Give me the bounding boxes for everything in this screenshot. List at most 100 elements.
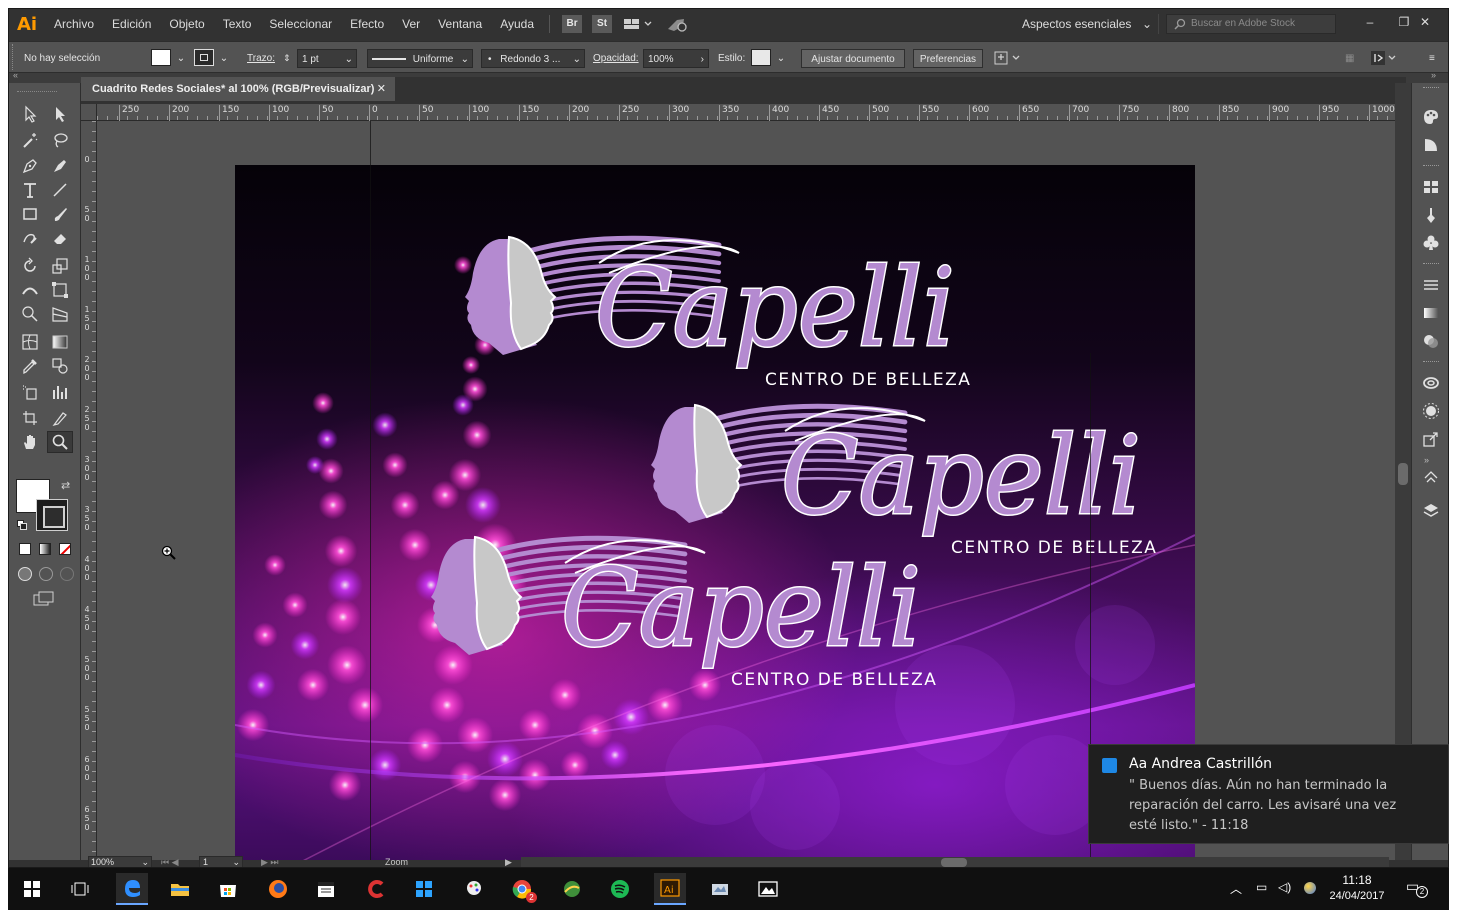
default-colors-icon[interactable]: [17, 520, 27, 530]
minimize-button[interactable]: –: [1353, 11, 1387, 33]
screen-mode-button[interactable]: [33, 591, 55, 607]
chevron-up-icon[interactable]: ︿: [1230, 880, 1242, 897]
shaper-tool[interactable]: [17, 227, 43, 249]
slice-tool[interactable]: [47, 407, 73, 429]
panel-menu-button[interactable]: [1369, 49, 1403, 68]
gradient-panel-button[interactable]: [1421, 303, 1441, 323]
color-mode-button[interactable]: [19, 543, 31, 555]
grid-toggle-button[interactable]: ▦: [1345, 49, 1359, 68]
firefox-app[interactable]: [262, 873, 294, 905]
rotate-tool[interactable]: [17, 255, 43, 277]
dock-grip[interactable]: [1423, 263, 1439, 266]
color-panel-button[interactable]: [1421, 107, 1441, 127]
graphic-style-control[interactable]: ⌄: [751, 49, 787, 68]
current-tool-status[interactable]: Zoom: [385, 857, 408, 867]
scale-tool[interactable]: [47, 255, 73, 277]
document-tab[interactable]: Cuadrito Redes Sociales* al 100% (RGB/Pr…: [81, 77, 395, 101]
layers-panel-button[interactable]: [1421, 501, 1441, 521]
network-icon[interactable]: ▭: [1256, 880, 1267, 894]
stroke-color-swatch[interactable]: [36, 499, 68, 531]
horizontal-scroll-thumb[interactable]: [941, 858, 967, 867]
type-tool[interactable]: [17, 179, 43, 201]
notification-toast[interactable]: Aa Andrea Castrillón " Buenos días. Aún …: [1088, 744, 1449, 844]
start-button[interactable]: [16, 873, 48, 905]
ccleaner-app[interactable]: [360, 873, 392, 905]
menu-texto[interactable]: Texto: [214, 9, 261, 39]
cc-libraries-panel-button[interactable]: [1421, 373, 1441, 393]
stroke-profile-select[interactable]: Uniforme ⌄: [367, 49, 473, 68]
tools-grip[interactable]: [17, 91, 57, 94]
artboard-number-input[interactable]: 1 ⌄: [199, 856, 243, 867]
fit-document-button[interactable]: Ajustar documento: [801, 49, 905, 68]
opacity-input[interactable]: 100% ›: [643, 49, 709, 68]
curvature-tool[interactable]: [47, 155, 73, 177]
brush-definition-select[interactable]: • Redondo 3 ... ⌄: [481, 49, 585, 68]
paintbrush-tool[interactable]: [47, 203, 73, 225]
clock[interactable]: 11:18 24/04/2017: [1318, 872, 1396, 906]
opacity-label[interactable]: Opacidad:: [593, 49, 639, 68]
gradient-tool[interactable]: [47, 331, 73, 353]
zoom-tool[interactable]: [47, 431, 73, 453]
illustrator-app[interactable]: Ai: [654, 873, 686, 905]
stroke-panel-button[interactable]: [1421, 275, 1441, 295]
rectangle-tool[interactable]: [17, 203, 43, 225]
preferences-button[interactable]: Preferencias: [913, 49, 983, 68]
stroke-stepper[interactable]: ⇕: [283, 49, 295, 68]
panel-grip[interactable]: [12, 44, 14, 70]
menu-ayuda[interactable]: Ayuda: [491, 9, 543, 39]
weather-icon[interactable]: [1304, 882, 1316, 894]
eraser-tool[interactable]: [47, 227, 73, 249]
photos-app[interactable]: [752, 873, 784, 905]
horizontal-scrollbar[interactable]: [521, 857, 1389, 867]
vertical-ruler[interactable]: 0 5 0 1 0 0 1 5 0 2 0 0 2 5 0 3 0 0 3 5 0 4 0 0 4…: [81, 121, 97, 860]
edge-app[interactable]: [116, 873, 148, 905]
store-app[interactable]: [212, 873, 244, 905]
hand-tool[interactable]: [17, 431, 43, 453]
calendar-app[interactable]: [310, 873, 342, 905]
free-transform-tool[interactable]: [47, 279, 73, 301]
stroke-color-control[interactable]: ⌄: [194, 49, 232, 68]
asset-export-panel-button[interactable]: [1421, 429, 1441, 449]
menu-ventana[interactable]: Ventana: [429, 9, 491, 39]
stock-search-input[interactable]: Buscar en Adobe Stock: [1166, 14, 1336, 34]
close-tab-button[interactable]: ✕: [377, 77, 386, 101]
action-center-button[interactable]: ▭ 2: [1406, 878, 1430, 900]
control-bar-menu-button[interactable]: ≡: [1429, 49, 1443, 68]
close-window-button[interactable]: ✕: [1407, 11, 1443, 33]
dock-grip[interactable]: [1423, 165, 1439, 168]
paint-app[interactable]: [458, 873, 490, 905]
column-graph-tool[interactable]: [47, 381, 73, 403]
fill-color-control[interactable]: ⌄: [151, 49, 187, 68]
transparency-panel-button[interactable]: [1421, 331, 1441, 351]
magic-wand-tool[interactable]: [17, 129, 43, 151]
draw-normal-button[interactable]: [18, 567, 32, 581]
artboard[interactable]: Capelli CENTRO DE BELLEZA Capelli CENTRO DE…: [235, 165, 1195, 860]
menu-edicion[interactable]: Edición: [103, 9, 160, 39]
artboards-panel-button[interactable]: [1421, 467, 1441, 487]
shape-builder-tool[interactable]: [17, 303, 43, 325]
artboard-nav-back-icon[interactable]: ⏮ ◀: [161, 857, 179, 867]
selection-tool[interactable]: [17, 103, 43, 125]
pen-tool[interactable]: [17, 155, 43, 177]
symbol-sprayer-tool[interactable]: [17, 381, 43, 403]
task-view-button[interactable]: [64, 873, 96, 905]
vertical-scroll-thumb[interactable]: [1398, 463, 1408, 485]
gradient-mode-button[interactable]: [39, 543, 51, 555]
scanner-app[interactable]: [704, 873, 736, 905]
spotify-app[interactable]: [604, 873, 636, 905]
gpu-performance-button[interactable]: [665, 15, 691, 33]
width-tool[interactable]: [17, 279, 43, 301]
menu-archivo[interactable]: Archivo: [45, 9, 103, 39]
bridge-button[interactable]: Br: [562, 15, 583, 33]
dock-grip[interactable]: [1423, 361, 1439, 364]
arrange-documents-button[interactable]: [623, 15, 657, 33]
perspective-grid-tool[interactable]: [47, 303, 73, 325]
blend-tool[interactable]: [47, 355, 73, 377]
none-mode-button[interactable]: [59, 543, 71, 555]
expand-panels-icon[interactable]: »: [1424, 455, 1429, 465]
brushes-panel-button[interactable]: [1421, 205, 1441, 225]
swap-colors-icon[interactable]: ⇄: [61, 479, 70, 492]
artboard-tool[interactable]: [17, 407, 43, 429]
menu-efecto[interactable]: Efecto: [341, 9, 393, 39]
draw-behind-button[interactable]: [39, 567, 53, 581]
